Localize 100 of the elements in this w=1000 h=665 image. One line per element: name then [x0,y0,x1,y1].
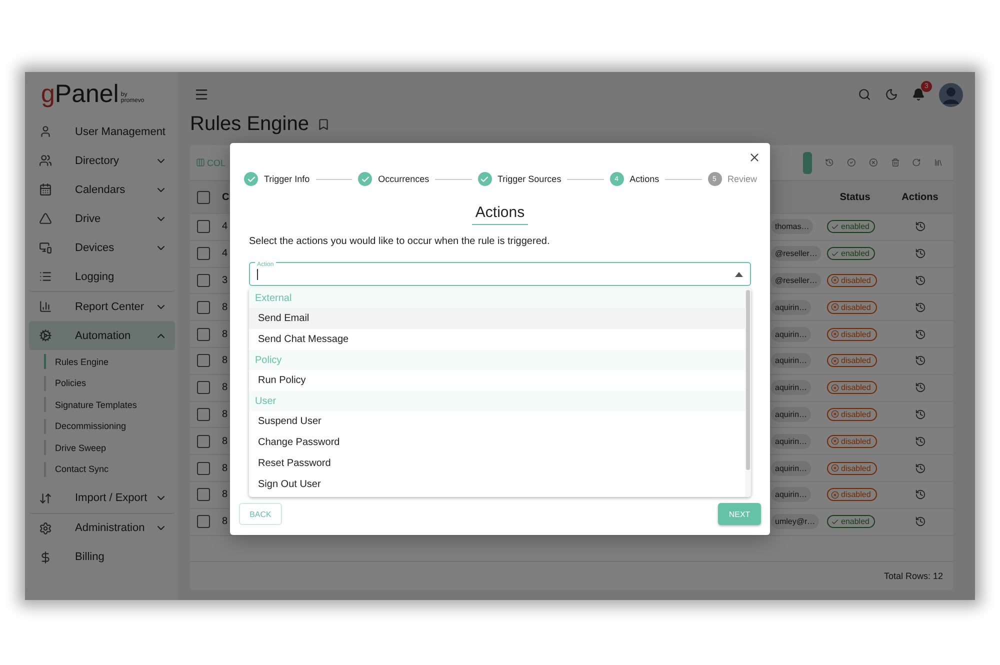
history-icon[interactable] [914,408,926,420]
owner-chip: aquirin… [771,460,812,476]
devices-icon [39,241,52,254]
history-icon[interactable] [825,156,834,169]
status-chip: disabled [827,300,877,314]
caret-up-icon[interactable] [735,272,743,276]
gear-icon [39,329,52,342]
owner-chip: aquirin… [771,380,812,396]
sidebar-item[interactable]: Administration [29,514,175,543]
status-chip: disabled [827,274,877,287]
x-circle-icon [831,437,839,446]
owner-chip: aquirin… [771,326,812,342]
history-icon[interactable] [914,248,926,260]
x-circle-icon [831,303,839,312]
checkbox[interactable] [197,408,210,421]
check-icon [831,250,839,258]
checkbox[interactable] [197,328,210,341]
sidebar-item[interactable]: User Management [29,117,175,146]
step-label: Trigger Info [264,174,310,184]
checkbox[interactable] [197,300,210,314]
x-circle-icon [831,276,839,284]
table-cell-text: 8 [221,462,228,474]
history-icon[interactable] [914,221,926,232]
total-rows: Total Rows: 12 [884,571,943,581]
history-icon[interactable] [914,489,926,500]
checkbox[interactable] [197,247,210,260]
calendar-icon [39,183,52,196]
column-header[interactable]: Actions [887,192,953,202]
sidebar-item[interactable]: Report Center [29,292,175,321]
dialog-title: Actions [472,204,528,225]
column-header[interactable]: Status [823,192,887,202]
x-circle-icon [831,356,839,365]
x-circle-icon [831,330,839,338]
checkbox[interactable] [197,274,210,287]
checkbox[interactable] [197,434,210,448]
status-chip: disabled [827,434,877,448]
owner-chip: @reseller… [771,246,822,262]
sidebar-item[interactable]: Directory [29,146,175,175]
settings-icon [39,522,52,535]
status-chip: disabled [827,462,877,475]
table-cell-text: 4 [221,248,228,260]
checkbox[interactable] [197,190,210,204]
step-label: Actions [630,174,660,184]
checkbox[interactable] [197,381,210,394]
table-cell-text: 8 [221,489,228,500]
table-cell-text: 8 [221,328,228,340]
history-icon[interactable] [914,302,926,313]
sidebar-item[interactable]: Drive [29,204,175,233]
bell-icon[interactable] [912,88,925,101]
table-cell-text: 4 [221,221,228,232]
search-icon[interactable] [858,88,871,101]
x-circle-icon[interactable] [868,156,878,169]
scrollbar-thumb[interactable] [746,290,750,470]
checkbox[interactable] [197,220,210,234]
group-header: Policy [249,350,745,370]
status-chip: disabled [827,381,877,394]
checkbox[interactable] [197,354,210,368]
sidebar-item[interactable]: Calendars [29,175,175,204]
sidebar-item[interactable]: Import / Export [29,484,175,514]
group-header: User [249,391,745,411]
dialog-description: Select the actions you would like to occur when the rule is triggered. [249,236,551,247]
table-cell-text: 8 [221,516,228,528]
moon-icon[interactable] [885,88,898,101]
history-icon[interactable] [914,274,926,286]
avatar[interactable] [939,82,963,106]
x-circle-icon [831,410,839,418]
table-cell-text: 8 [221,408,228,420]
column-header[interactable]: C [218,192,230,202]
table-cell-text: 3 [221,274,228,286]
columns-icon [196,158,205,167]
sidebar-item[interactable]: Devices [29,233,175,262]
page-title: Rules Engine [190,112,309,136]
sidebar-item[interactable]: Logging [29,262,175,292]
people-icon [39,154,52,167]
triangle-icon [39,212,52,225]
checkbox[interactable] [197,462,210,475]
history-icon[interactable] [914,436,926,447]
status-chip: disabled [827,488,877,502]
checkbox[interactable] [197,515,210,528]
history-icon[interactable] [914,382,926,394]
sidebar-item[interactable]: Billing [29,542,175,572]
owner-chip: aquirin… [771,300,812,315]
status-chip: disabled [827,354,877,368]
owner-chip: aquirin… [771,487,812,502]
menu-icon[interactable] [194,87,209,102]
history-icon[interactable] [914,328,926,340]
dropdown-option[interactable]: Send Email [249,308,745,329]
dollar-icon [39,550,52,564]
sidebar-item[interactable]: Automation [29,321,175,350]
history-icon[interactable] [914,355,926,366]
status-chip: enabled [827,247,876,260]
refresh-icon[interactable] [912,156,922,169]
bookmark-icon[interactable] [316,118,330,130]
check-circle-icon[interactable] [846,156,856,169]
delete-icon[interactable] [890,156,900,169]
history-icon[interactable] [914,516,926,528]
table-cell-text: 8 [221,302,228,313]
checkbox[interactable] [197,488,210,502]
history-icon[interactable] [914,462,926,474]
person-icon [39,125,52,138]
